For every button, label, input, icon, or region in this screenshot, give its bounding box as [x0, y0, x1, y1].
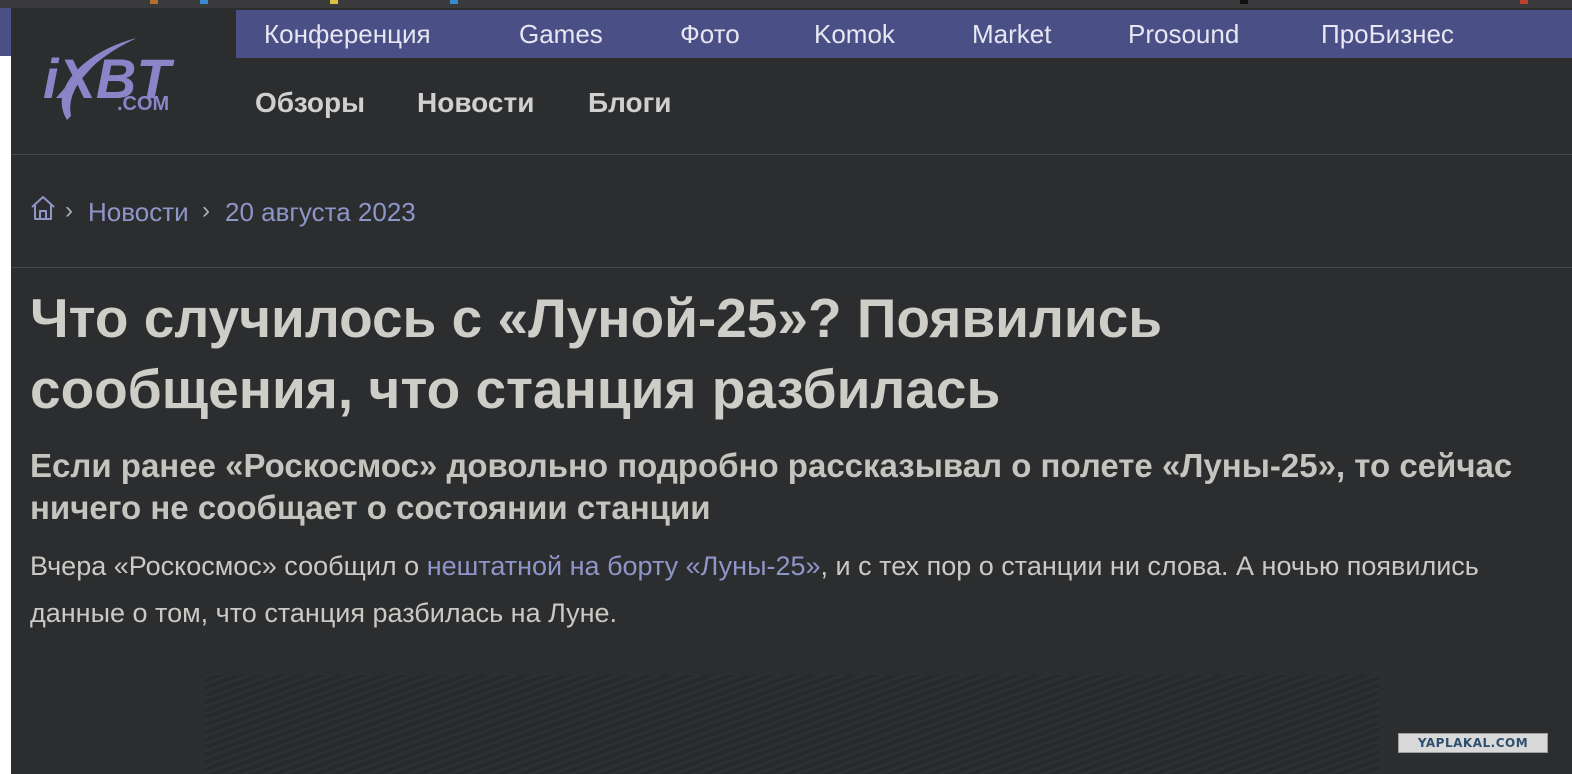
breadcrumb: › Новости › 20 августа 2023 [11, 155, 1572, 268]
bookmark-icon [330, 0, 338, 4]
watermark: YAPLAKAL.COM [1398, 733, 1548, 753]
logo-domain: .COM [117, 93, 169, 115]
bookmark-icon [200, 0, 208, 4]
home-icon[interactable] [30, 195, 56, 221]
article-subtitle: Если ранее «Роскосмос» довольно подробно… [30, 447, 1513, 526]
site-header: iXBT .COM Конференция Games Фото Komok M… [11, 8, 1572, 155]
bookmark-icon [150, 0, 158, 4]
lead-text: Вчера «Роскосмос» сообщил о [30, 551, 427, 581]
main-nav-reviews[interactable]: Обзоры [255, 87, 365, 119]
site-logo[interactable]: iXBT .COM [37, 28, 227, 133]
top-nav-item-photo[interactable]: Фото [680, 10, 740, 58]
top-nav-item-prosound[interactable]: Prosound [1128, 10, 1239, 58]
browser-top-strip [0, 0, 1572, 8]
bookmark-icon [1240, 0, 1248, 4]
article-lead: Вчера «Роскосмос» сообщил о нештатной на… [30, 543, 1560, 637]
article-image [205, 675, 1379, 774]
top-nav-item-games[interactable]: Games [519, 10, 603, 58]
lead-link[interactable]: нештатной на борту «Луны-25» [427, 551, 821, 581]
bookmark-icon [450, 0, 458, 4]
top-nav-item-conference[interactable]: Конференция [264, 10, 431, 58]
top-nav: Конференция Games Фото Komok Market Pros… [236, 10, 1572, 58]
breadcrumb-item-date[interactable]: 20 августа 2023 [225, 197, 416, 228]
nav-bar-edge [0, 8, 11, 56]
page: iXBT .COM Конференция Games Фото Komok M… [11, 8, 1572, 774]
top-nav-item-probusiness[interactable]: ПроБизнес [1321, 10, 1454, 58]
main-nav-blogs[interactable]: Блоги [588, 87, 672, 119]
breadcrumb-separator: › [65, 197, 73, 224]
main-nav-news[interactable]: Новости [417, 87, 534, 119]
breadcrumb-separator: › [202, 197, 210, 224]
top-nav-item-komok[interactable]: Komok [814, 10, 895, 58]
bookmark-icon [1520, 0, 1528, 4]
top-nav-item-market[interactable]: Market [972, 10, 1051, 58]
ixbt-logo-icon: iXBT .COM [43, 38, 175, 120]
article-title: Что случилось с «Луной-25»? Появились со… [30, 287, 1163, 420]
breadcrumb-item-news[interactable]: Новости [88, 197, 189, 228]
